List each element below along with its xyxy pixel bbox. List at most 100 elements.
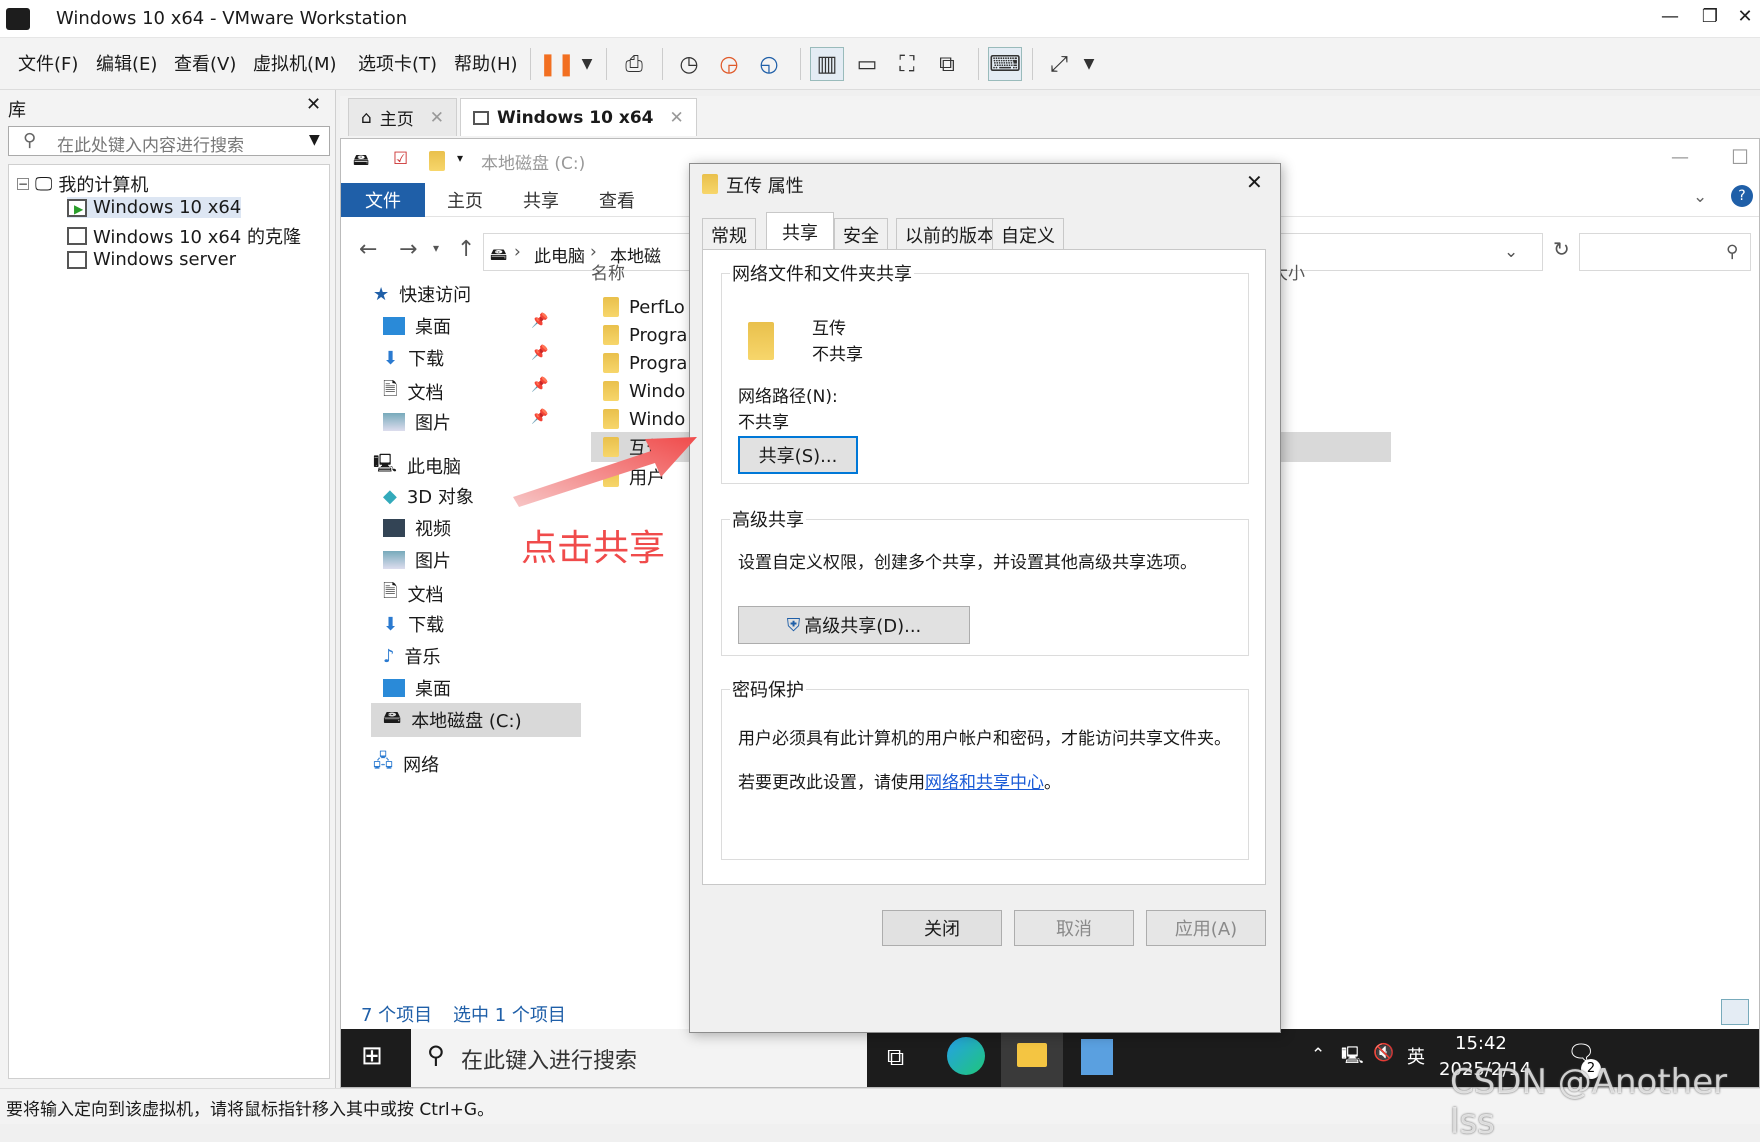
pause-icon[interactable]: ❚❚ — [539, 47, 576, 81]
vmware-logo-icon — [6, 8, 30, 30]
revert-snapshot-icon[interactable]: ◶ — [712, 47, 746, 81]
help-icon[interactable]: ? — [1731, 185, 1753, 207]
server-manager-icon[interactable] — [1081, 1039, 1113, 1075]
windows-start-icon[interactable]: ⊞ — [361, 1041, 383, 1071]
explorer-search-input[interactable]: ⚲ — [1579, 233, 1751, 271]
forward-icon[interactable]: → — [399, 237, 417, 262]
close-icon[interactable]: ✕ — [669, 108, 683, 128]
close-button[interactable]: ✕ — [1725, 6, 1760, 32]
apply-button[interactable]: 应用(A) — [1146, 910, 1266, 946]
close-icon[interactable]: ✕ — [1246, 170, 1263, 194]
menu-file[interactable]: 文件(F) — [18, 50, 78, 76]
properties-icon[interactable]: ☑ — [393, 149, 408, 169]
edge-icon[interactable] — [947, 1037, 985, 1075]
nav-pc-desktop[interactable]: 桌面 — [383, 675, 451, 701]
refresh-icon[interactable]: ↻ — [1553, 237, 1570, 261]
chevron-up-icon[interactable]: ⌃ — [1311, 1045, 1325, 1065]
chevron-down-icon[interactable]: ⌄ — [1693, 187, 1707, 207]
volume-muted-icon[interactable]: 🔇 — [1373, 1043, 1394, 1063]
nav-pc-documents[interactable]: 🗎 文档 — [383, 579, 443, 609]
up-icon[interactable]: ↑ — [457, 237, 475, 262]
pin-icon[interactable]: 📌 — [531, 377, 548, 393]
minimize-button[interactable]: — — [1650, 6, 1690, 32]
ribbon-tab-view[interactable]: 查看 — [599, 187, 635, 213]
stretch-icon[interactable]: ⤢ — [1042, 47, 1076, 81]
nav-pc-downloads[interactable]: ⬇ 下载 — [383, 611, 444, 637]
nav-videos[interactable]: 视频 — [383, 515, 451, 541]
console-icon[interactable]: ⌨ — [988, 47, 1022, 81]
tree-vm-win10-clone[interactable]: Windows 10 x64 的克隆 — [67, 223, 301, 249]
menu-edit[interactable]: 编辑(E) — [96, 50, 157, 76]
nav-local-disk[interactable]: 🖴 本地磁盘 (C:) — [371, 703, 581, 737]
minimize-button[interactable]: — — [1671, 147, 1689, 168]
tab-sharing[interactable]: 共享 — [766, 212, 834, 250]
menu-help[interactable]: 帮助(H) — [454, 50, 518, 76]
nav-downloads[interactable]: ⬇ 下载 — [383, 345, 444, 371]
ribbon-tab-home[interactable]: 主页 — [447, 187, 483, 213]
snapshot-icon[interactable]: ◷ — [672, 47, 706, 81]
close-icon[interactable]: ✕ — [306, 94, 321, 115]
network-sharing-center-link[interactable]: 网络和共享中心 — [925, 773, 1044, 793]
ribbon-tab-file[interactable]: 文件 — [341, 183, 425, 217]
chevron-down-icon[interactable]: ⌄ — [1504, 242, 1518, 262]
unity-icon[interactable]: ⧉ — [930, 47, 964, 81]
tab-general[interactable]: 常规 — [702, 218, 756, 250]
vm-tab-bar: ⌂ 主页 ✕ Windows 10 x64 ✕ — [340, 96, 1760, 138]
collapse-icon[interactable]: − — [17, 177, 29, 191]
clock-time[interactable]: 15:42 — [1455, 1033, 1507, 1054]
library-view-icon[interactable]: ▥ — [810, 47, 844, 81]
cancel-button[interactable]: 取消 — [1014, 910, 1134, 946]
tree-my-computer[interactable]: − 🖵 我的计算机 — [17, 171, 148, 197]
chevron-down-icon[interactable]: ▼ — [1072, 47, 1106, 81]
tab-customize[interactable]: 自定义 — [992, 218, 1064, 250]
snapshot-manager-icon[interactable]: ◵ — [752, 47, 786, 81]
close-icon[interactable]: ✕ — [430, 108, 444, 128]
nav-this-pc[interactable]: 🖳 此电脑 — [373, 451, 461, 481]
menu-vm[interactable]: 虚拟机(M) — [253, 50, 337, 76]
nav-quick-access[interactable]: ★ 快速访问 — [373, 281, 471, 307]
column-header-name[interactable]: 名称 — [591, 259, 625, 284]
vm-console[interactable]: 🖴 ☑ ▾ 本地磁盘 (C:) — ☐ ✕ 文件 主页 共享 查看 ⌄ ? ← … — [340, 138, 1760, 1088]
nav-desktop[interactable]: 桌面 — [383, 313, 451, 339]
nav-3d-objects[interactable]: ◆ 3D 对象 — [383, 483, 474, 509]
tree-vm-winserver[interactable]: Windows server — [67, 249, 236, 270]
search-icon: ⚲ — [23, 130, 37, 151]
nav-pc-pictures[interactable]: 图片 — [383, 547, 451, 573]
share-button[interactable]: 共享(S)... — [738, 436, 858, 474]
chevron-down-icon[interactable]: ▾ — [433, 241, 439, 255]
restore-button[interactable]: ❐ — [1690, 6, 1730, 32]
tab-home[interactable]: ⌂ 主页 ✕ — [348, 98, 458, 136]
details-view-icon[interactable] — [1721, 999, 1749, 1025]
nav-network[interactable]: 🖧 网络 — [373, 749, 439, 779]
maximize-button[interactable]: ☐ — [1731, 145, 1749, 169]
tab-previous-versions[interactable]: 以前的版本 — [896, 218, 1004, 250]
tree-vm-win10[interactable]: ▶ Windows 10 x64 — [67, 197, 242, 218]
network-tray-icon[interactable]: 🖳 — [1341, 1043, 1364, 1072]
chevron-down-icon[interactable]: ▾ — [457, 151, 463, 165]
taskbar-search-input[interactable]: ⚲ 在此键入进行搜索 — [411, 1029, 867, 1087]
back-icon[interactable]: ← — [359, 237, 377, 262]
task-view-icon[interactable]: ⧉ — [887, 1043, 904, 1071]
breadcrumb-this-pc[interactable]: 此电脑 — [534, 242, 585, 267]
advanced-sharing-button[interactable]: ⛨ 高级共享(D)... — [738, 606, 970, 644]
pin-icon[interactable]: 📌 — [531, 345, 548, 361]
send-ctrl-alt-del-icon[interactable]: ⎙ — [617, 47, 651, 81]
tree-label: Windows 10 x64 — [93, 197, 242, 218]
library-search-input[interactable]: ⚲ 在此处键入内容进行搜索 ▼ — [8, 126, 330, 156]
close-dialog-button[interactable]: 关闭 — [882, 910, 1002, 946]
nav-pictures[interactable]: 图片 — [383, 409, 451, 435]
fullscreen-icon[interactable]: ⛶ — [890, 47, 924, 81]
menu-view[interactable]: 查看(V) — [174, 50, 236, 76]
ime-indicator[interactable]: 英 — [1407, 1043, 1425, 1069]
pin-icon[interactable]: 📌 — [531, 313, 548, 329]
menu-tabs[interactable]: 选项卡(T) — [358, 50, 437, 76]
chevron-down-icon[interactable]: ▼ — [570, 47, 604, 81]
tab-windows10[interactable]: Windows 10 x64 ✕ — [460, 98, 697, 136]
chevron-down-icon[interactable]: ▼ — [309, 132, 320, 148]
nav-documents[interactable]: 🗎 文档 — [383, 377, 443, 407]
ribbon-tab-share[interactable]: 共享 — [523, 187, 559, 213]
tab-security[interactable]: 安全 — [834, 218, 888, 250]
nav-music[interactable]: ♪ 音乐 — [383, 643, 441, 669]
explorer-taskbar-button[interactable] — [1001, 1029, 1063, 1087]
thumbnail-bar-icon[interactable]: ▭ — [850, 47, 884, 81]
